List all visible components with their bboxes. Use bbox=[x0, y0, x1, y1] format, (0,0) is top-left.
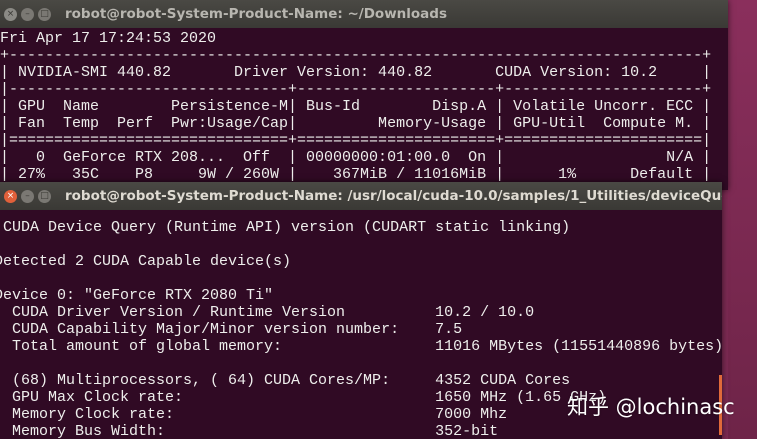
terminal-line: Total amount of global memory: 11016 MBy… bbox=[0, 338, 722, 355]
maximize-icon[interactable]: □ bbox=[38, 189, 51, 203]
terminal-line: +---------------------------------------… bbox=[0, 47, 712, 64]
terminal-line: | 0 GeForce RTX 208... Off | 00000000:01… bbox=[0, 149, 712, 166]
terminal-line: |===============================+=======… bbox=[0, 132, 712, 149]
close-icon[interactable]: × bbox=[4, 7, 17, 21]
minimize-icon[interactable]: – bbox=[21, 7, 34, 21]
maximize-icon[interactable]: □ bbox=[38, 7, 51, 21]
title-bar[interactable]: × – □ robot@robot-System-Product-Name: ~… bbox=[0, 0, 728, 28]
window-title: robot@robot-System-Product-Name: ~/Downl… bbox=[65, 6, 447, 22]
close-icon[interactable]: × bbox=[4, 189, 17, 203]
terminal-line: CUDA Driver Version / Runtime Version 10… bbox=[0, 304, 535, 321]
terminal-line: | Fan Temp Perf Pwr:Usage/Cap| Memory-Us… bbox=[0, 115, 712, 132]
terminal-line: CUDA Device Query (Runtime API) version … bbox=[0, 219, 571, 236]
terminal-line: Fri Apr 17 17:24:53 2020 bbox=[0, 30, 217, 47]
terminal-line: (68) Multiprocessors, ( 64) CUDA Cores/M… bbox=[0, 372, 571, 389]
desktop-background bbox=[728, 0, 757, 439]
watermark: 知乎 @lochinasc bbox=[567, 395, 735, 419]
terminal-window-nvidia-smi[interactable]: × – □ robot@robot-System-Product-Name: ~… bbox=[0, 0, 728, 190]
terminal-line: Memory Bus Width: 352-bit bbox=[0, 423, 499, 439]
terminal-line: |-------------------------------+-------… bbox=[0, 81, 712, 98]
terminal-output[interactable]: Fri Apr 17 17:24:53 2020 +---------------… bbox=[0, 30, 711, 190]
terminal-line: | GPU Name Persistence-M| Bus-Id Disp.A … bbox=[0, 98, 712, 115]
terminal-line: CUDA Capability Major/Minor version numb… bbox=[0, 321, 463, 338]
terminal-line: Device 0: "GeForce RTX 2080 Ti" bbox=[0, 287, 274, 304]
terminal-line: | 27% 35C P8 9W / 260W | 367MiB / 11016M… bbox=[0, 166, 712, 183]
window-title: robot@robot-System-Product-Name: /usr/lo… bbox=[65, 188, 722, 204]
title-bar[interactable]: × – □ robot@robot-System-Product-Name: /… bbox=[0, 182, 722, 210]
terminal-line: | NVIDIA-SMI 440.82 Driver Version: 440.… bbox=[0, 64, 712, 81]
terminal-line: Detected 2 CUDA Capable device(s) bbox=[0, 253, 292, 270]
minimize-icon[interactable]: – bbox=[21, 189, 34, 203]
